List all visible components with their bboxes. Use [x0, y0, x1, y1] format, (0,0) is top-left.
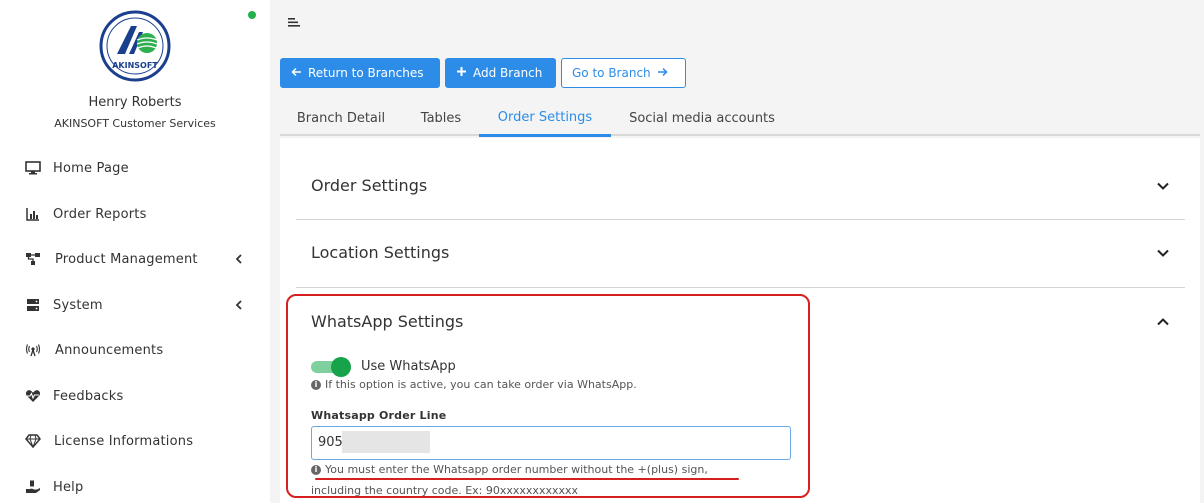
sidebar-item-label: Feedbacks	[53, 388, 124, 404]
add-branch-label: Add Branch	[473, 66, 543, 80]
sidebar: AKINSOFT Henry Roberts AKINSOFT Customer…	[0, 0, 270, 503]
accordion-location-settings[interactable]: Location Settings	[296, 228, 1185, 268]
divider	[296, 219, 1185, 220]
plus-icon	[456, 66, 467, 80]
sidebar-item-label: Home Page	[53, 160, 129, 176]
sidebar-item-label: System	[53, 297, 103, 313]
order-line-input[interactable]: 905	[311, 426, 791, 460]
sidebar-item-label: Help	[53, 479, 84, 495]
akinsoft-logo: AKINSOFT	[99, 10, 171, 82]
tab-branch-detail[interactable]: Branch Detail	[280, 100, 402, 136]
broadcast-icon	[24, 341, 42, 359]
chevron-up-icon[interactable]	[1156, 314, 1170, 328]
svg-text:AKINSOFT: AKINSOFT	[112, 61, 158, 70]
use-whatsapp-help-text: If this option is active, you can take o…	[325, 378, 637, 391]
bar-chart-icon	[24, 205, 42, 223]
sidebar-item-order-reports[interactable]: Order Reports	[0, 199, 270, 229]
chevron-left-icon	[233, 253, 245, 265]
go-to-branch-button[interactable]: Go to Branch	[561, 58, 686, 88]
chevron-down-icon[interactable]	[1156, 178, 1170, 192]
use-whatsapp-toggle[interactable]	[311, 357, 351, 377]
sidebar-item-system[interactable]: System	[0, 290, 270, 320]
server-icon	[24, 296, 42, 314]
use-whatsapp-help: i If this option is active, you can take…	[311, 378, 637, 391]
online-status-dot	[248, 11, 256, 19]
add-branch-button[interactable]: Add Branch	[445, 58, 556, 88]
tab-tables[interactable]: Tables	[402, 100, 480, 136]
sidebar-item-product-management[interactable]: Product Management	[0, 244, 270, 274]
sidebar-item-label: Announcements	[55, 342, 164, 358]
order-line-warning-text: You must enter the Whatsapp order number…	[325, 463, 708, 476]
diamond-icon	[24, 432, 42, 450]
accordion-order-settings[interactable]: Order Settings	[296, 162, 1185, 202]
arrow-right-icon	[657, 66, 668, 80]
arrow-left-icon	[291, 66, 302, 80]
order-line-label: Whatsapp Order Line	[311, 409, 447, 422]
divider	[296, 287, 1185, 288]
monitor-icon	[24, 159, 42, 177]
toggle-knob	[331, 357, 351, 377]
accordion-title: Order Settings	[311, 176, 428, 195]
return-to-branches-button[interactable]: Return to Branches	[280, 58, 440, 88]
use-whatsapp-label: Use WhatsApp	[361, 359, 456, 374]
network-icon	[24, 250, 42, 268]
tab-bar: Branch Detail Tables Order Settings Soci…	[280, 100, 1200, 137]
go-to-branch-label: Go to Branch	[572, 66, 651, 80]
chevron-left-icon	[233, 299, 245, 311]
sidebar-item-feedbacks[interactable]: Feedbacks	[0, 381, 270, 411]
order-line-warning: i You must enter the Whatsapp order numb…	[311, 463, 708, 476]
sidebar-item-help[interactable]: Help	[0, 472, 270, 502]
user-name: Henry Roberts	[88, 95, 182, 110]
redacted-area	[342, 431, 430, 453]
order-line-warning-2: including the country code. Ex: 90xxxxxx…	[311, 484, 579, 497]
accordion-title: WhatsApp Settings	[311, 312, 464, 331]
tab-order-settings[interactable]: Order Settings	[479, 100, 611, 137]
info-icon: i	[311, 379, 321, 390]
hand-holding-icon	[24, 478, 42, 496]
sidebar-item-home[interactable]: Home Page	[0, 153, 270, 183]
tab-social-media[interactable]: Social media accounts	[611, 100, 793, 136]
chevron-down-icon[interactable]	[1156, 245, 1170, 259]
sidebar-item-license[interactable]: License Informations	[0, 426, 270, 456]
sidebar-item-label: License Informations	[54, 433, 194, 449]
sidebar-item-label: Product Management	[55, 251, 198, 267]
hamburger-menu-icon[interactable]	[287, 15, 301, 29]
info-icon: i	[311, 464, 321, 475]
heartbeat-icon	[24, 387, 42, 405]
user-company: AKINSOFT Customer Services	[54, 117, 216, 130]
annotation-underline	[315, 478, 739, 480]
return-to-branches-label: Return to Branches	[308, 66, 424, 80]
accordion-title: Location Settings	[311, 243, 450, 262]
sidebar-item-label: Order Reports	[53, 206, 147, 222]
sidebar-item-announcements[interactable]: Announcements	[0, 335, 270, 365]
order-line-value: 905	[318, 435, 343, 450]
accordion-whatsapp-settings[interactable]: WhatsApp Settings	[296, 298, 1185, 338]
